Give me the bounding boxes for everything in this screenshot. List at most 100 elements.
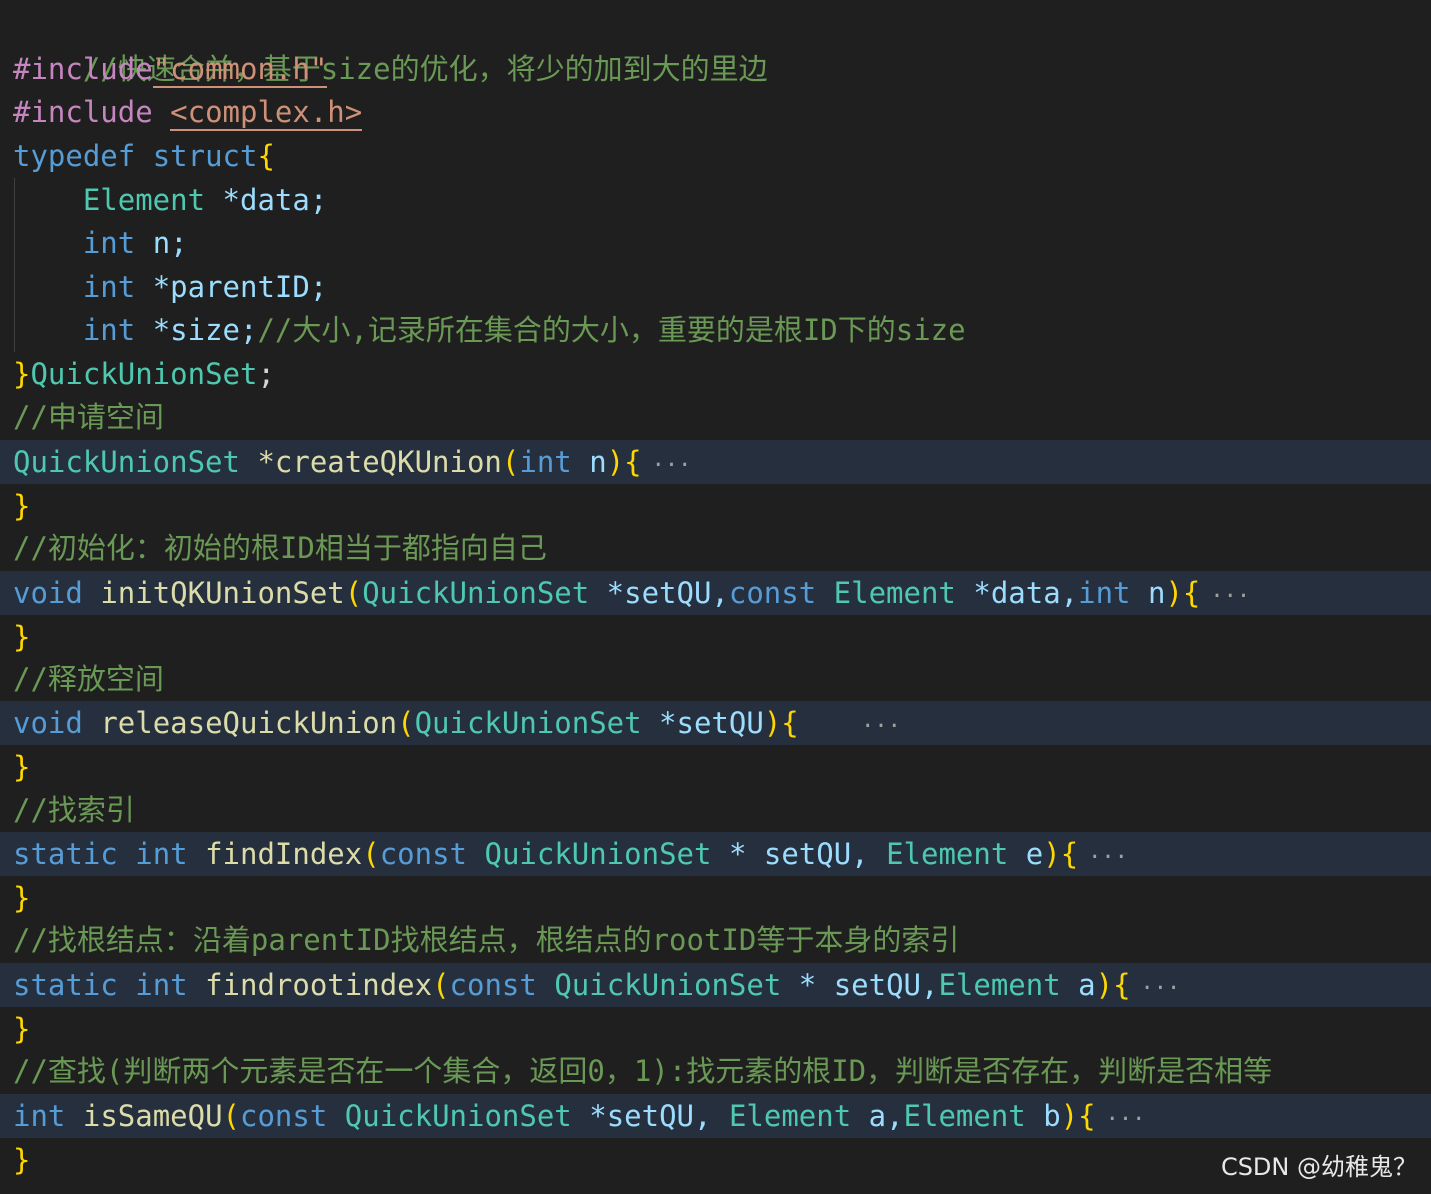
parameter: a, (868, 1099, 904, 1133)
bracket: ){ (606, 445, 642, 479)
bracket: } (13, 1143, 31, 1177)
bracket: } (13, 1012, 31, 1046)
csdn-watermark: CSDN @幼稚鬼？ (1220, 1153, 1417, 1181)
bracket: ){ (1165, 576, 1201, 610)
keyword: const (449, 968, 537, 1002)
function-name: initQKUnionSet (100, 576, 345, 610)
code-line-8[interactable]: int *size;//大小,记录所在集合的大小，重要的是根ID下的size (0, 308, 1431, 352)
code-line-2[interactable]: #include"common.h" (0, 47, 1431, 91)
type-name: QuickUnionSet (13, 445, 240, 479)
type-name: int (82, 270, 136, 304)
fold-ellipsis-icon[interactable]: ··· (1088, 845, 1128, 870)
type-name: int (82, 226, 136, 260)
code-line-1[interactable]: //快速合并，基于size的优化，将少的加到大的里边 (0, 3, 1431, 86)
field: n; (152, 226, 188, 260)
code-line-20-folded[interactable]: static int findIndex(const QuickUnionSet… (0, 832, 1431, 876)
code-line-19[interactable]: //找索引 (0, 788, 1431, 832)
parameter: n (1147, 576, 1166, 610)
bracket: ){ (1060, 1099, 1096, 1133)
comment: //大小,记录所在集合的大小，重要的是根ID下的size (257, 313, 966, 347)
code-line-14-folded[interactable]: void initQKUnionSet(QuickUnionSet *setQU… (0, 571, 1431, 615)
parameter: *setQU (659, 706, 764, 740)
field: *data; (222, 183, 328, 217)
bracket: } (13, 620, 31, 654)
bracket: ){ (1095, 968, 1131, 1002)
fold-ellipsis-icon[interactable]: ··· (1141, 976, 1181, 1001)
include-link[interactable]: <complex.h> (170, 95, 363, 131)
bracket: ( (501, 445, 520, 479)
function-name: findrootindex (205, 968, 433, 1002)
fold-ellipsis-icon[interactable]: ··· (1106, 1107, 1146, 1132)
code-line-22[interactable]: //找根结点：沿着parentID找根结点，根结点的rootID等于本身的索引 (0, 918, 1431, 962)
keyword: void (13, 706, 83, 740)
type-name: QuickUnionSet (30, 357, 258, 391)
fold-ellipsis-icon[interactable]: ··· (861, 714, 901, 739)
code-line-24[interactable]: } (0, 1007, 1431, 1051)
code-line-26-folded[interactable]: int isSameQU(const QuickUnionSet *setQU,… (0, 1094, 1431, 1138)
bracket: ( (397, 706, 415, 740)
code-line-23-folded[interactable]: static int findrootindex(const QuickUnio… (0, 963, 1431, 1007)
function-name: isSameQU (82, 1099, 223, 1133)
parameter: *setQU, (589, 1099, 712, 1133)
parameter: n (589, 445, 607, 479)
code-line-25[interactable]: //查找(判断两个元素是否在一个集合，返回0，1):找元素的根ID，判断是否存在… (0, 1049, 1431, 1093)
function-name: findIndex (205, 837, 363, 871)
keyword: const (240, 1099, 328, 1133)
code-line-15[interactable]: } (0, 615, 1431, 659)
code-line-13[interactable]: //初始化：初始的根ID相当于都指向自己 (0, 526, 1431, 570)
type-name: int (135, 837, 188, 871)
code-line-16[interactable]: //释放空间 (0, 657, 1431, 701)
bracket: } (13, 489, 31, 523)
type-name: Element (903, 1099, 1026, 1133)
parameter: b (1043, 1099, 1061, 1133)
type-name: QuickUnionSet (414, 706, 642, 740)
keyword: const (379, 837, 468, 871)
keyword: static (13, 968, 118, 1002)
function-name: releaseQuickUnion (100, 706, 398, 740)
code-line-5[interactable]: Element *data; (0, 178, 1431, 222)
field: *size; (152, 313, 258, 347)
bracket: ){ (1043, 837, 1079, 871)
code-line-10[interactable]: //申请空间 (0, 395, 1431, 439)
bracket: } (13, 357, 31, 391)
comment: //找根结点：沿着parentID找根结点，根结点的rootID等于本身的索引 (13, 923, 960, 957)
field: *parentID; (152, 270, 328, 304)
code-line-6[interactable]: int n; (0, 221, 1431, 265)
type-name: int (135, 968, 188, 1002)
keyword: static (13, 837, 118, 871)
code-line-21[interactable]: } (0, 876, 1431, 920)
comment: //申请空间 (13, 400, 164, 434)
code-line-17-folded[interactable]: void releaseQuickUnion(QuickUnionSet *se… (0, 701, 1431, 745)
bracket: ( (222, 1099, 241, 1133)
code-line-12[interactable]: } (0, 484, 1431, 528)
parameter: a (1078, 968, 1096, 1002)
parameter: e (1025, 837, 1044, 871)
type-name: QuickUnionSet (554, 968, 782, 1002)
type-name: int (519, 445, 572, 479)
comment: //找索引 (13, 793, 135, 827)
bracket: { (257, 139, 275, 173)
bracket: ( (432, 968, 450, 1002)
code-line-7[interactable]: int *parentID; (0, 265, 1431, 309)
fold-ellipsis-icon[interactable]: ··· (1210, 584, 1250, 609)
code-line-18[interactable]: } (0, 745, 1431, 789)
include-directive: #include (13, 95, 153, 129)
type-name: QuickUnionSet (344, 1099, 572, 1133)
type-name: Element (728, 1099, 852, 1133)
type-name: QuickUnionSet (362, 576, 590, 610)
type-name: QuickUnionSet (484, 837, 712, 871)
type-name: Element (82, 183, 206, 217)
code-editor[interactable]: //快速合并，基于size的优化，将少的加到大的里边 #include"comm… (0, 0, 1431, 1194)
code-line-11-folded[interactable]: QuickUnionSet *createQKUnion(int n){··· (0, 440, 1431, 484)
comment: //初始化：初始的根ID相当于都指向自己 (13, 531, 547, 565)
bracket: } (13, 881, 31, 915)
code-line-3[interactable]: #include <complex.h> (0, 90, 1431, 134)
fold-ellipsis-icon[interactable]: ··· (652, 453, 692, 478)
code-line-4[interactable]: typedef struct{ (0, 134, 1431, 178)
code-line-9[interactable]: }QuickUnionSet; (0, 352, 1431, 396)
include-link[interactable]: "common.h" (152, 52, 328, 88)
comment: //查找(判断两个元素是否在一个集合，返回0，1):找元素的根ID，判断是否存在… (13, 1054, 1273, 1088)
bracket: ( (362, 837, 380, 871)
type-name: int (13, 1099, 66, 1133)
code-line-27[interactable]: } (0, 1138, 1431, 1182)
